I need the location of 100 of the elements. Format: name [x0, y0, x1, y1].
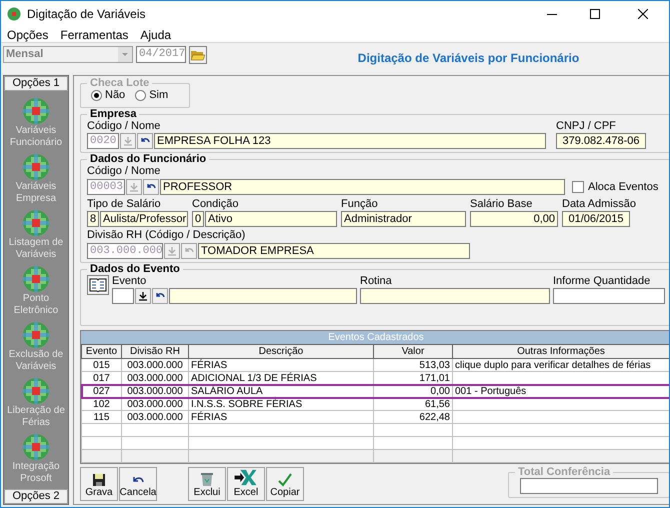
grid-globe-icon — [22, 377, 50, 405]
input-field[interactable] — [520, 478, 658, 494]
event-book-button[interactable] — [87, 275, 109, 295]
sidebar-tab[interactable]: Opções 1 — [4, 76, 68, 91]
sidebar-tab[interactable]: Opções 2 — [4, 489, 68, 504]
group-title: Checa Lote — [89, 78, 150, 89]
table-title-bar: Eventos Cadastrados — [81, 331, 669, 344]
down-arrow-icon — [124, 136, 132, 146]
field-label: Evento — [112, 275, 148, 288]
undo-icon — [155, 292, 165, 300]
menu-item[interactable]: Ajuda — [140, 28, 172, 42]
table-cell: 61,56 — [374, 398, 452, 410]
input-field[interactable]: Aulista/Professor — [100, 211, 188, 227]
page-heading: Digitação de Variáveis por Funcionário — [358, 50, 580, 67]
table-row[interactable]: 017 003.000.000 ADICIONAL 1/3 DE FÉRIAS 171,01 — [82, 372, 669, 384]
input-field[interactable]: EMPRESA FOLHA 123 — [154, 133, 546, 149]
column-header: Valor — [374, 344, 452, 358]
table-cell: clique duplo para verificar detalhes de férias — [452, 358, 669, 372]
input-field[interactable]: 8 — [87, 211, 99, 227]
table-row[interactable]: 102 003.000.000 I.N.S.S. SOBRE FÉRIAS 61,56 — [82, 398, 669, 410]
app-globe-icon — [7, 7, 21, 21]
input-field[interactable]: Ativo — [205, 211, 337, 227]
field-label: Informe Quantidade — [553, 275, 652, 288]
table-cell: 622,48 — [374, 410, 452, 424]
table-cell: 015 — [82, 358, 122, 372]
field-label: Salário Base — [470, 198, 534, 211]
table-row[interactable]: 015 003.000.000 FÉRIAS 513,03 clique duplo para verificar detalhes de férias — [82, 358, 669, 372]
field-label: Tipo de Salário — [87, 198, 162, 211]
input-field[interactable] — [169, 288, 357, 304]
input-field[interactable]: TOMADOR EMPRESA — [198, 243, 470, 259]
undo-button[interactable]: Cancela — [119, 467, 157, 501]
recycle-bin-icon — [200, 471, 214, 487]
input-field[interactable]: PROFESSOR — [160, 179, 565, 195]
excel-x-icon — [234, 468, 258, 487]
group-title: Total Conferência — [517, 467, 612, 478]
table-cell: FÉRIAS — [188, 410, 374, 424]
table-cell: I.N.S.S. SOBRE FÉRIAS — [188, 398, 374, 410]
down-arrow-icon — [168, 246, 176, 256]
radio-button[interactable] — [91, 90, 102, 101]
download-button[interactable] — [135, 288, 151, 304]
group-title: Empresa — [89, 109, 138, 120]
menu-item[interactable]: Opções — [7, 28, 48, 42]
field-label: Aloca Eventos — [588, 180, 658, 194]
undo-button[interactable] — [152, 288, 168, 304]
field-label: Código / Nome — [87, 120, 162, 133]
undo-icon — [146, 183, 156, 191]
menu-item[interactable]: Ferramentas — [60, 28, 128, 42]
caret-icon — [118, 47, 132, 62]
column-header: Descrição — [188, 344, 374, 358]
down-arrow-icon — [139, 292, 147, 300]
undo-button[interactable] — [137, 133, 153, 149]
field-label: Função — [341, 198, 379, 211]
undo-button[interactable] — [143, 179, 159, 195]
field-label: Sim — [149, 89, 168, 102]
column-header: Evento — [82, 344, 122, 358]
grid-globe-icon — [22, 433, 50, 461]
input-field[interactable] — [360, 288, 550, 304]
table-cell: 102 — [82, 398, 122, 410]
column-header: Outras Informações — [452, 344, 669, 358]
input-field[interactable] — [112, 288, 134, 304]
check-icon — [278, 473, 292, 487]
field-label: Condição — [192, 198, 240, 211]
field-label: Rotina — [360, 275, 393, 288]
undo-icon — [184, 247, 194, 255]
column-header: Divisão RH — [122, 344, 188, 358]
checkbox[interactable] — [572, 181, 584, 193]
grid-globe-icon — [22, 265, 50, 293]
field-label: Data Admissão — [562, 198, 636, 211]
input-field[interactable] — [553, 288, 665, 304]
table-cell: 003.000.000 — [122, 410, 188, 424]
field-label: Não — [105, 89, 126, 102]
undo-icon — [140, 137, 150, 145]
table-cell: 115 — [82, 410, 122, 424]
table-row[interactable]: 115 003.000.000 FÉRIAS 622,48 — [82, 410, 669, 424]
field-label: Divisão RH (Código / Descrição) — [87, 229, 246, 242]
excel-button[interactable]: Excel — [227, 467, 265, 501]
grid-globe-icon — [22, 97, 50, 125]
trash-button[interactable]: Exclui — [188, 467, 226, 501]
table-cell: 513,03 — [374, 358, 452, 372]
field-label: Código / Nome — [87, 165, 162, 178]
save-button[interactable]: Grava — [80, 467, 118, 501]
table-cell: 003.000.000 — [122, 398, 188, 410]
table-row[interactable]: 027 003.000.000 SALÁRIO AULA 0,00 001 - Português — [82, 384, 669, 398]
input-field[interactable]: 0 — [192, 211, 204, 227]
open-folder-button[interactable] — [189, 46, 207, 64]
folder-icon — [191, 50, 205, 60]
table-cell: 017 — [82, 372, 122, 384]
input-field[interactable]: Administrador — [341, 211, 466, 227]
table-cell: ADICIONAL 1/3 DE FÉRIAS — [188, 372, 374, 384]
grid-globe-icon — [22, 153, 50, 181]
input-field[interactable]: 01/06/2015 — [562, 211, 630, 227]
radio-button[interactable] — [135, 90, 146, 101]
grid-globe-icon — [22, 321, 50, 349]
down-arrow-icon — [130, 182, 138, 192]
check-button[interactable]: Copiar — [266, 467, 304, 501]
group-title: Dados do Evento — [89, 264, 181, 275]
input-field[interactable]: 0,00 — [470, 211, 558, 227]
grid-globe-icon — [22, 209, 50, 237]
book-icon — [89, 278, 107, 292]
input-field[interactable]: 379.082.478-06 — [556, 133, 646, 149]
